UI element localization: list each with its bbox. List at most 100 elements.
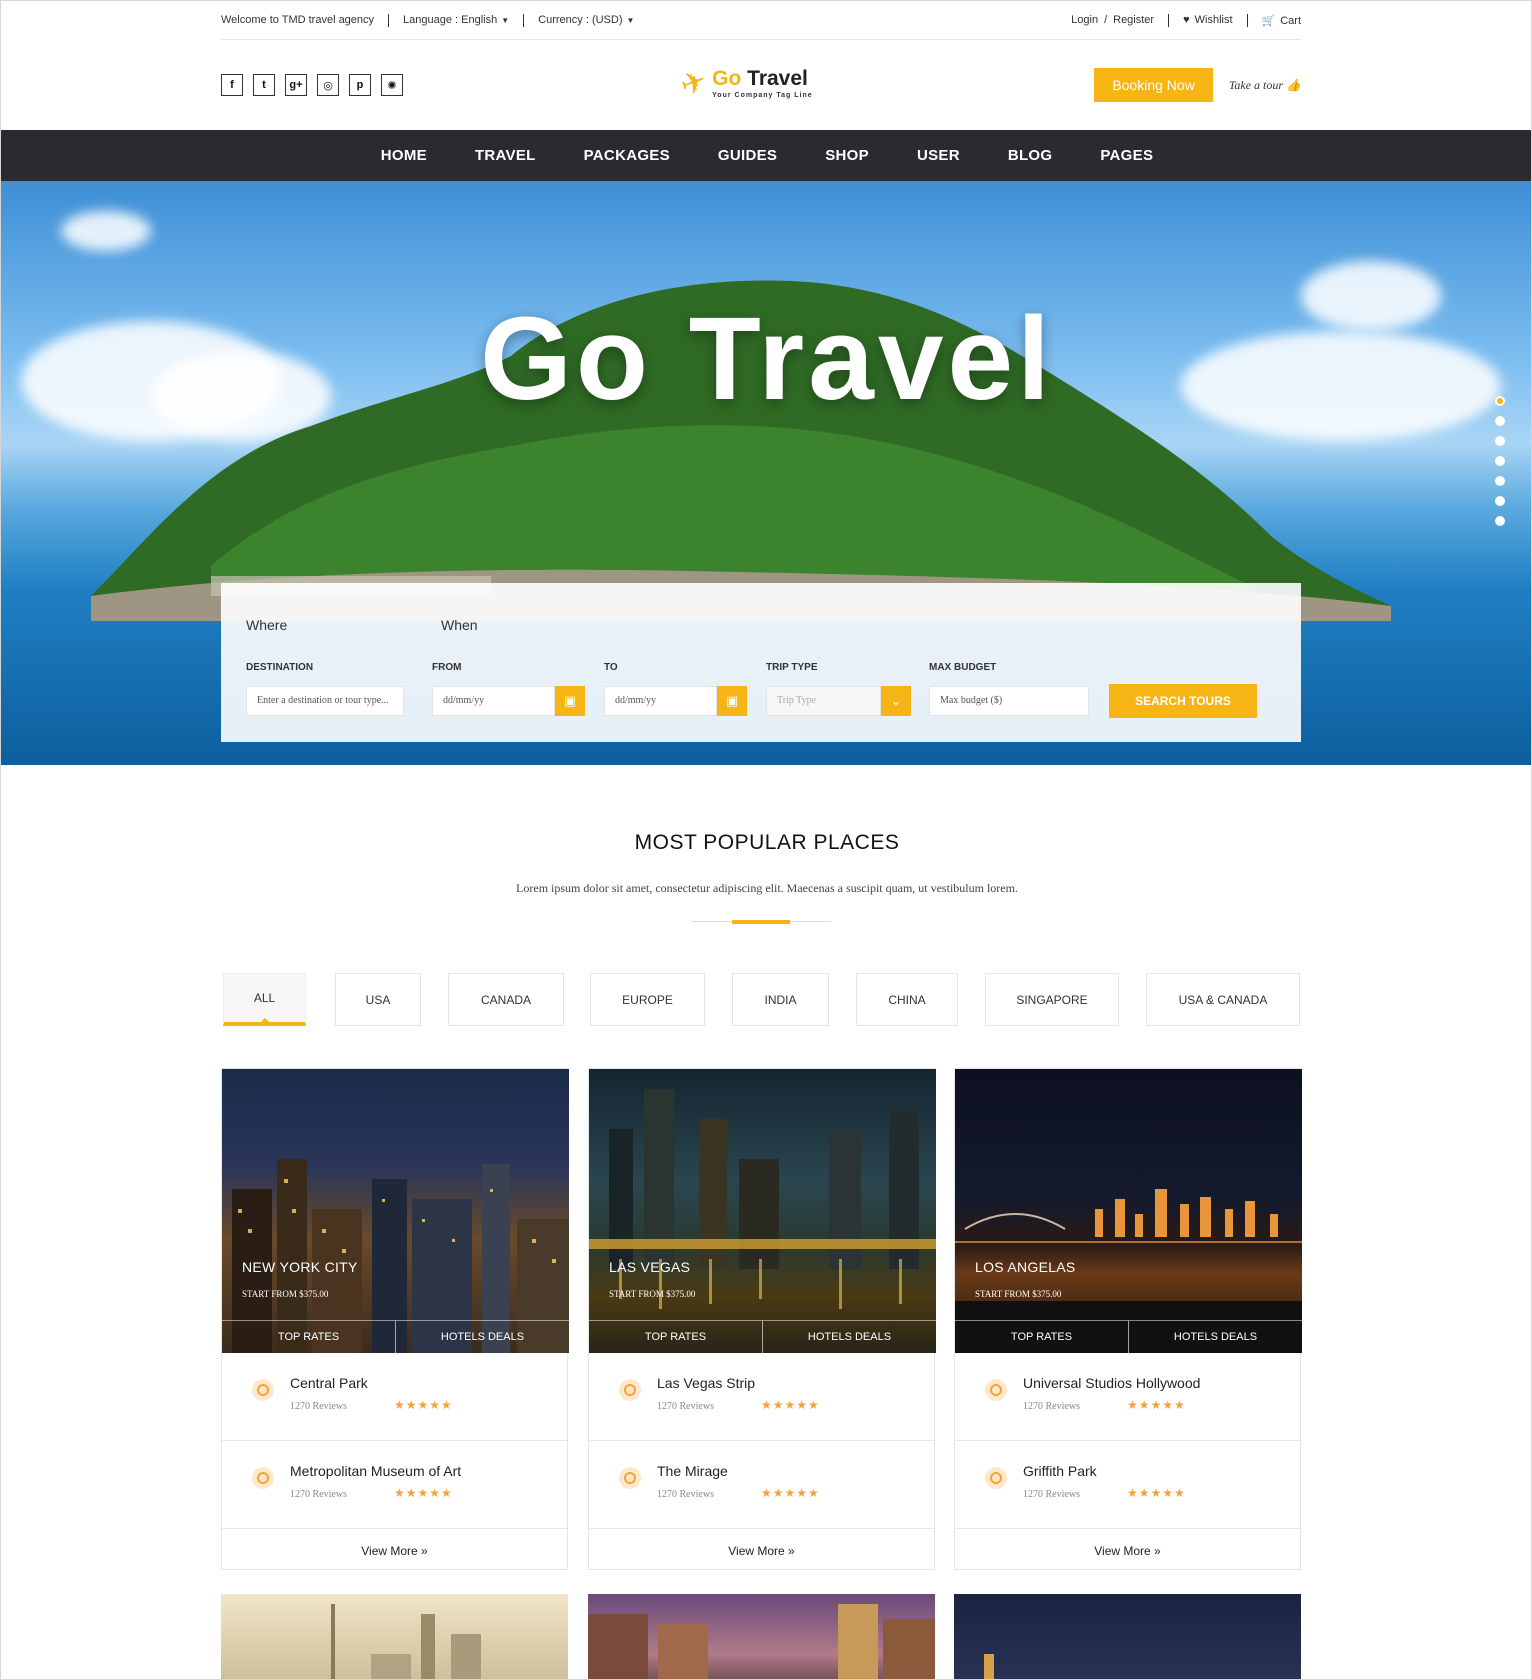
slider-dot[interactable] [1495, 476, 1505, 486]
pinterest-icon[interactable]: p [349, 74, 371, 96]
item-reviews: 1270 Reviews [1023, 1489, 1080, 1500]
card-image: LAS VEGAS START FROM $375.00 TOP RATES H… [589, 1069, 936, 1353]
calendar-icon[interactable]: ▣ [717, 686, 747, 716]
nav-home[interactable]: HOME [381, 147, 427, 164]
instagram-icon[interactable]: ◎ [317, 74, 339, 96]
card-start-price: START FROM $375.00 [609, 1289, 696, 1299]
list-item[interactable]: Metropolitan Museum of Art 1270 Reviews … [222, 1441, 567, 1529]
to-label: TO [604, 662, 618, 673]
list-item[interactable]: Universal Studios Hollywood 1270 Reviews… [955, 1353, 1300, 1441]
nav-travel[interactable]: TRAVEL [475, 147, 536, 164]
logo[interactable]: ✈ Go Travel Your Company Tag Line [676, 64, 813, 104]
take-a-tour-link[interactable]: Take a tour 👍 [1229, 78, 1301, 93]
booking-now-button[interactable]: Booking Now [1094, 68, 1213, 102]
card-start-price: START FROM $375.00 [975, 1289, 1062, 1299]
nav-guides[interactable]: GUIDES [718, 147, 777, 164]
item-reviews: 1270 Reviews [290, 1401, 347, 1412]
globe-pin-icon [252, 1379, 274, 1401]
page-frame: Welcome to TMD travel agency Language : … [0, 0, 1532, 1680]
google-plus-icon[interactable]: g+ [285, 74, 307, 96]
item-name: Metropolitan Museum of Art [290, 1463, 462, 1479]
item-reviews: 1270 Reviews [1023, 1401, 1080, 1412]
to-date-input[interactable]: dd/mm/yy [604, 686, 717, 716]
view-more-link[interactable]: View More » [955, 1529, 1300, 1573]
slider-dot[interactable] [1495, 396, 1505, 406]
city-skyline [331, 1604, 481, 1679]
trip-type-select[interactable]: Trip Type [766, 686, 881, 716]
item-reviews: 1270 Reviews [657, 1489, 714, 1500]
divider [523, 13, 525, 27]
slider-dot[interactable] [1495, 436, 1505, 446]
max-budget-label: MAX BUDGET [929, 662, 997, 673]
slider-dot[interactable] [1495, 496, 1505, 506]
view-more-link[interactable]: View More » [222, 1529, 567, 1573]
chevron-down-icon[interactable]: ⌄ [881, 686, 911, 716]
language-selector[interactable]: Language : English ▼ [403, 14, 509, 26]
divider [1246, 13, 1248, 27]
card-tabs: TOP RATES HOTELS DEALS [222, 1320, 569, 1353]
globe-pin-icon [985, 1379, 1007, 1401]
view-more-link[interactable]: View More » [589, 1529, 934, 1573]
top-rates-tab[interactable]: TOP RATES [955, 1320, 1128, 1353]
filter-china[interactable]: CHINA [856, 973, 958, 1026]
from-date-input[interactable]: dd/mm/yy [432, 686, 555, 716]
cart-link[interactable]: 🛒 Cart [1262, 14, 1301, 27]
facebook-icon[interactable]: f [221, 74, 243, 96]
item-name: Las Vegas Strip [657, 1375, 756, 1391]
filter-europe[interactable]: EUROPE [590, 973, 705, 1026]
slider-dot[interactable] [1495, 516, 1505, 526]
from-label: FROM [432, 662, 462, 673]
search-tours-button[interactable]: SEARCH TOURS [1109, 684, 1257, 718]
wishlist-link[interactable]: ♥ Wishlist [1183, 14, 1232, 26]
hero-title: Go Travel [480, 293, 1054, 425]
filter-canada[interactable]: CANADA [448, 973, 564, 1026]
destination-input[interactable]: Enter a destination or tour type... [246, 686, 404, 716]
currency-selector[interactable]: Currency : (USD) ▼ [538, 14, 634, 26]
register-link[interactable]: Register [1113, 14, 1154, 26]
filter-usa-canada[interactable]: USA & CANADA [1146, 973, 1300, 1026]
globe-pin-icon [985, 1467, 1007, 1489]
place-card-image-partial [221, 1594, 568, 1679]
card-city: LOS ANGELAS [975, 1259, 1076, 1275]
cart-icon: 🛒 [1261, 14, 1276, 27]
list-item[interactable]: Las Vegas Strip 1270 Reviews ★★★★★ [589, 1353, 934, 1441]
card-image: NEW YORK CITY START FROM $375.00 TOP RAT… [222, 1069, 569, 1353]
star-rating: ★★★★★ [394, 1486, 453, 1500]
nav-blog[interactable]: BLOG [1008, 147, 1053, 164]
hotels-deals-tab[interactable]: HOTELS DEALS [762, 1320, 936, 1353]
list-item[interactable]: Central Park 1270 Reviews ★★★★★ [222, 1353, 567, 1441]
list-item[interactable]: The Mirage 1270 Reviews ★★★★★ [589, 1441, 934, 1529]
slider-dot[interactable] [1495, 416, 1505, 426]
card-city: LAS VEGAS [609, 1259, 691, 1275]
nav-shop[interactable]: SHOP [825, 147, 869, 164]
plane-icon: ✈ [676, 63, 712, 104]
dribbble-icon[interactable]: ✺ [381, 74, 403, 96]
item-name: Central Park [290, 1375, 368, 1391]
list-item[interactable]: Griffith Park 1270 Reviews ★★★★★ [955, 1441, 1300, 1529]
login-link[interactable]: Login [1071, 14, 1098, 26]
city-skyline [955, 1189, 1302, 1353]
filter-usa[interactable]: USA [335, 973, 421, 1026]
caret-down-icon: ▼ [626, 16, 635, 25]
calendar-icon[interactable]: ▣ [555, 686, 585, 716]
hotels-deals-tab[interactable]: HOTELS DEALS [395, 1320, 569, 1353]
top-rates-tab[interactable]: TOP RATES [222, 1320, 395, 1353]
place-card-image-partial [588, 1594, 935, 1679]
top-rates-tab[interactable]: TOP RATES [589, 1320, 762, 1353]
filter-india[interactable]: INDIA [732, 973, 829, 1026]
welcome-text: Welcome to TMD travel agency [221, 14, 375, 26]
wishlist-label: Wishlist [1194, 14, 1233, 26]
trip-type-label: TRIP TYPE [766, 662, 818, 673]
filter-singapore[interactable]: SINGAPORE [985, 973, 1119, 1026]
star-rating: ★★★★★ [761, 1486, 820, 1500]
hotels-deals-tab[interactable]: HOTELS DEALS [1128, 1320, 1302, 1353]
nav-packages[interactable]: PACKAGES [584, 147, 670, 164]
city-skyline [984, 1654, 994, 1679]
nav-pages[interactable]: PAGES [1100, 147, 1153, 164]
nav-user[interactable]: USER [917, 147, 960, 164]
filter-all[interactable]: ALL [223, 973, 306, 1026]
twitter-icon[interactable]: t [253, 74, 275, 96]
max-budget-input[interactable]: Max budget ($) [929, 686, 1089, 716]
thumbs-up-icon: 👍 [1286, 77, 1301, 92]
slider-dot[interactable] [1495, 456, 1505, 466]
